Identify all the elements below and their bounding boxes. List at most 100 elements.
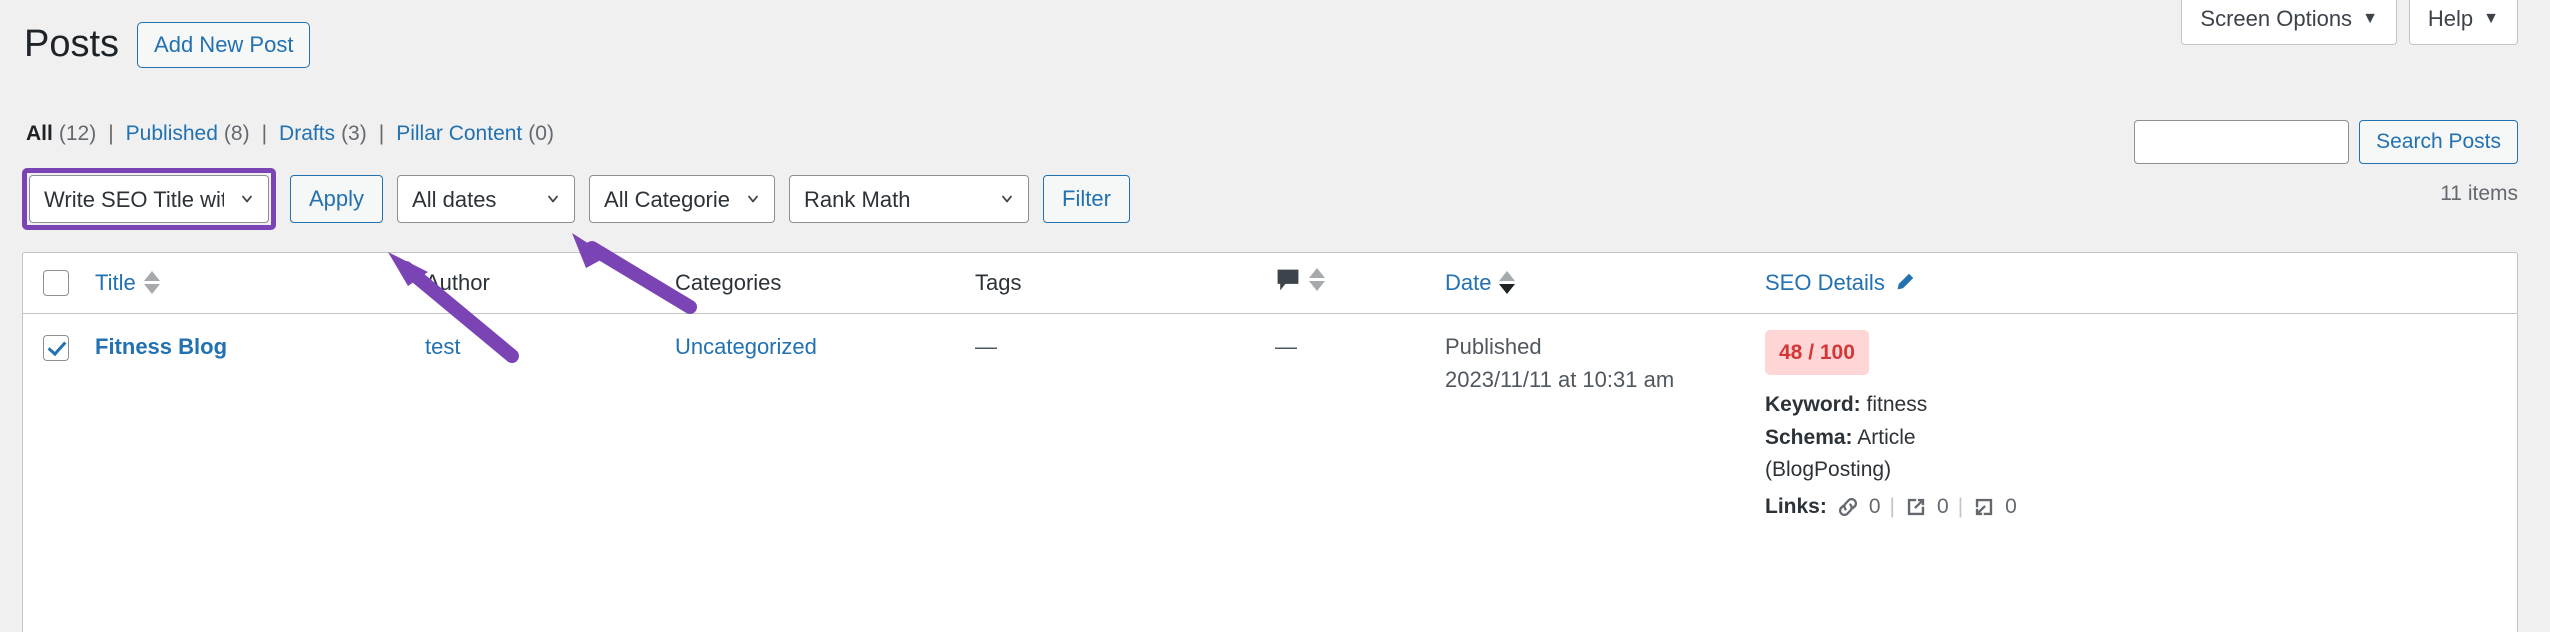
column-header-title: Title bbox=[81, 253, 411, 314]
status-link-pillar-content[interactable]: Pillar Content (0) bbox=[396, 122, 554, 146]
row-categories-cell: Uncategorized bbox=[661, 313, 961, 539]
row-select-cell bbox=[23, 313, 81, 539]
status-link-drafts[interactable]: Drafts (3) bbox=[279, 122, 367, 146]
sort-date-link[interactable]: Date bbox=[1445, 270, 1516, 296]
table-navigation-top: Write SEO Title with AI Apply All dates … bbox=[22, 168, 2518, 230]
link-divider: | bbox=[1957, 494, 1964, 518]
column-header-seo-details: SEO Details bbox=[1751, 253, 2517, 314]
row-tags-cell: — bbox=[961, 313, 1261, 539]
row-seo-cell: 48 / 100 Keyword: fitness Schema: Articl… bbox=[1751, 313, 2517, 539]
seo-schema-line: Schema: Article bbox=[1765, 422, 2503, 455]
date-filter-wrap: All dates bbox=[397, 175, 576, 223]
column-header-author: Author bbox=[411, 253, 661, 314]
seo-schema-type: (BlogPosting) bbox=[1765, 458, 1892, 482]
post-comments-value: — bbox=[1275, 333, 1297, 359]
bulk-action-select[interactable]: Write SEO Title with AI bbox=[29, 175, 269, 223]
status-link-published-count: (8) bbox=[223, 122, 250, 145]
seo-links-label: Links: bbox=[1765, 494, 1827, 518]
table-header-row: Title Author Categories Tags Date SEO De… bbox=[23, 253, 2517, 314]
bulk-action-select-wrap: Write SEO Title with AI bbox=[29, 175, 269, 223]
column-header-tags: Tags bbox=[961, 253, 1261, 314]
screen-options-label: Screen Options bbox=[2200, 6, 2353, 31]
filter-button[interactable]: Filter bbox=[1043, 175, 1130, 223]
page-title: Posts bbox=[24, 23, 120, 66]
post-author-link[interactable]: test bbox=[425, 334, 460, 359]
table-head: Title Author Categories Tags Date SEO De… bbox=[23, 253, 2517, 314]
bulk-actions-and-filters: Write SEO Title with AI Apply All dates … bbox=[22, 168, 2518, 230]
status-link-pillar-content-count: (0) bbox=[528, 122, 554, 145]
posts-table: Title Author Categories Tags Date SEO De… bbox=[23, 253, 2517, 539]
date-filter-select[interactable]: All dates bbox=[397, 175, 576, 223]
category-filter-select[interactable]: All Categories bbox=[589, 175, 776, 223]
search-posts-button[interactable]: Search Posts bbox=[2359, 120, 2518, 164]
add-new-post-button[interactable]: Add New Post bbox=[137, 22, 311, 69]
post-status-links: All (12) | Published (8) | Drafts (3) | … bbox=[26, 122, 554, 146]
row-title-cell: Fitness Blog bbox=[81, 313, 411, 539]
seo-score-badge: 48 / 100 bbox=[1765, 329, 1869, 375]
column-label-seo-details: SEO Details bbox=[1765, 269, 1885, 295]
post-date-status: Published bbox=[1445, 333, 1542, 359]
column-label-tags: Tags bbox=[975, 269, 1022, 295]
status-link-all-label[interactable]: All bbox=[26, 122, 53, 146]
status-separator: | bbox=[108, 122, 114, 145]
help-button[interactable]: Help ▼ bbox=[2408, 0, 2518, 45]
link-chain-icon bbox=[1838, 497, 1857, 516]
status-link-pillar-content-label[interactable]: Pillar Content bbox=[396, 122, 522, 146]
chevron-down-icon: ▼ bbox=[2483, 10, 2499, 27]
table-row: Fitness Blog test Uncategorized — — Publ… bbox=[23, 313, 2517, 539]
post-tags-value: — bbox=[975, 333, 997, 359]
page-header: Posts Add New Post bbox=[24, 22, 311, 69]
screen-options-button[interactable]: Screen Options ▼ bbox=[2181, 0, 2397, 45]
external-link-icon bbox=[1907, 498, 1925, 516]
row-author-cell: test bbox=[411, 313, 661, 539]
status-link-drafts-count: (3) bbox=[341, 122, 367, 145]
comment-bubble-icon bbox=[1277, 269, 1299, 291]
column-label-categories: Categories bbox=[675, 269, 782, 295]
status-link-all-count: (12) bbox=[58, 122, 97, 145]
status-link-published[interactable]: Published (8) bbox=[126, 122, 250, 146]
screen-meta-bar: Screen Options ▼ Help ▼ bbox=[2181, 0, 2518, 45]
status-separator: | bbox=[378, 122, 385, 145]
bulk-action-highlight: Write SEO Title with AI bbox=[22, 168, 276, 230]
chevron-down-icon: ▼ bbox=[2362, 10, 2378, 27]
apply-button[interactable]: Apply bbox=[290, 175, 384, 223]
column-header-comments bbox=[1261, 253, 1431, 314]
seo-details-link[interactable]: SEO Details bbox=[1765, 270, 1915, 296]
select-all-column bbox=[23, 253, 81, 314]
post-title-link[interactable]: Fitness Blog bbox=[95, 334, 227, 359]
row-date-cell: Published 2023/11/11 at 10:31 am bbox=[1431, 313, 1751, 539]
seo-filter-wrap: Rank Math bbox=[789, 175, 1030, 223]
status-link-all[interactable]: All (12) bbox=[26, 122, 96, 146]
search-input[interactable] bbox=[2134, 120, 2350, 164]
incoming-link-icon bbox=[1975, 498, 1993, 516]
internal-links-count: 0 bbox=[1868, 494, 1881, 518]
seo-links-line: Links: 0 | 0 | 0 bbox=[1765, 491, 2503, 524]
displaying-num: 11 items bbox=[2440, 182, 2518, 205]
pencil-icon[interactable] bbox=[1893, 272, 1915, 294]
column-label-title: Title bbox=[95, 269, 136, 295]
status-link-published-label[interactable]: Published bbox=[126, 122, 218, 146]
help-label: Help bbox=[2427, 6, 2474, 31]
row-comments-cell: — bbox=[1261, 313, 1431, 539]
seo-filter-select[interactable]: Rank Math bbox=[789, 175, 1030, 223]
seo-keyword-line: Keyword: fitness bbox=[1765, 389, 2503, 422]
external-links-count: 0 bbox=[1937, 494, 1949, 518]
column-label-author: Author bbox=[425, 269, 490, 295]
post-category-link[interactable]: Uncategorized bbox=[675, 334, 817, 359]
sort-arrows-icon bbox=[143, 271, 160, 295]
row-checkbox[interactable] bbox=[43, 334, 69, 361]
select-all-checkbox[interactable] bbox=[43, 270, 69, 297]
column-header-date: Date bbox=[1431, 253, 1751, 314]
status-link-drafts-label[interactable]: Drafts bbox=[279, 122, 335, 146]
search-box: Search Posts bbox=[2134, 120, 2518, 164]
status-separator: | bbox=[261, 122, 268, 145]
sort-title-link[interactable]: Title bbox=[95, 270, 160, 296]
category-filter-wrap: All Categories bbox=[589, 175, 776, 223]
link-divider: | bbox=[1889, 494, 1895, 518]
sort-comments-link[interactable] bbox=[1275, 268, 1325, 292]
seo-keyword-value: fitness bbox=[1866, 393, 1928, 416]
seo-schema-label: Schema: bbox=[1765, 425, 1853, 449]
sort-arrows-icon bbox=[1309, 268, 1325, 292]
post-date-value: 2023/11/11 at 10:31 am bbox=[1445, 366, 1675, 392]
sort-arrows-icon bbox=[1499, 271, 1516, 295]
